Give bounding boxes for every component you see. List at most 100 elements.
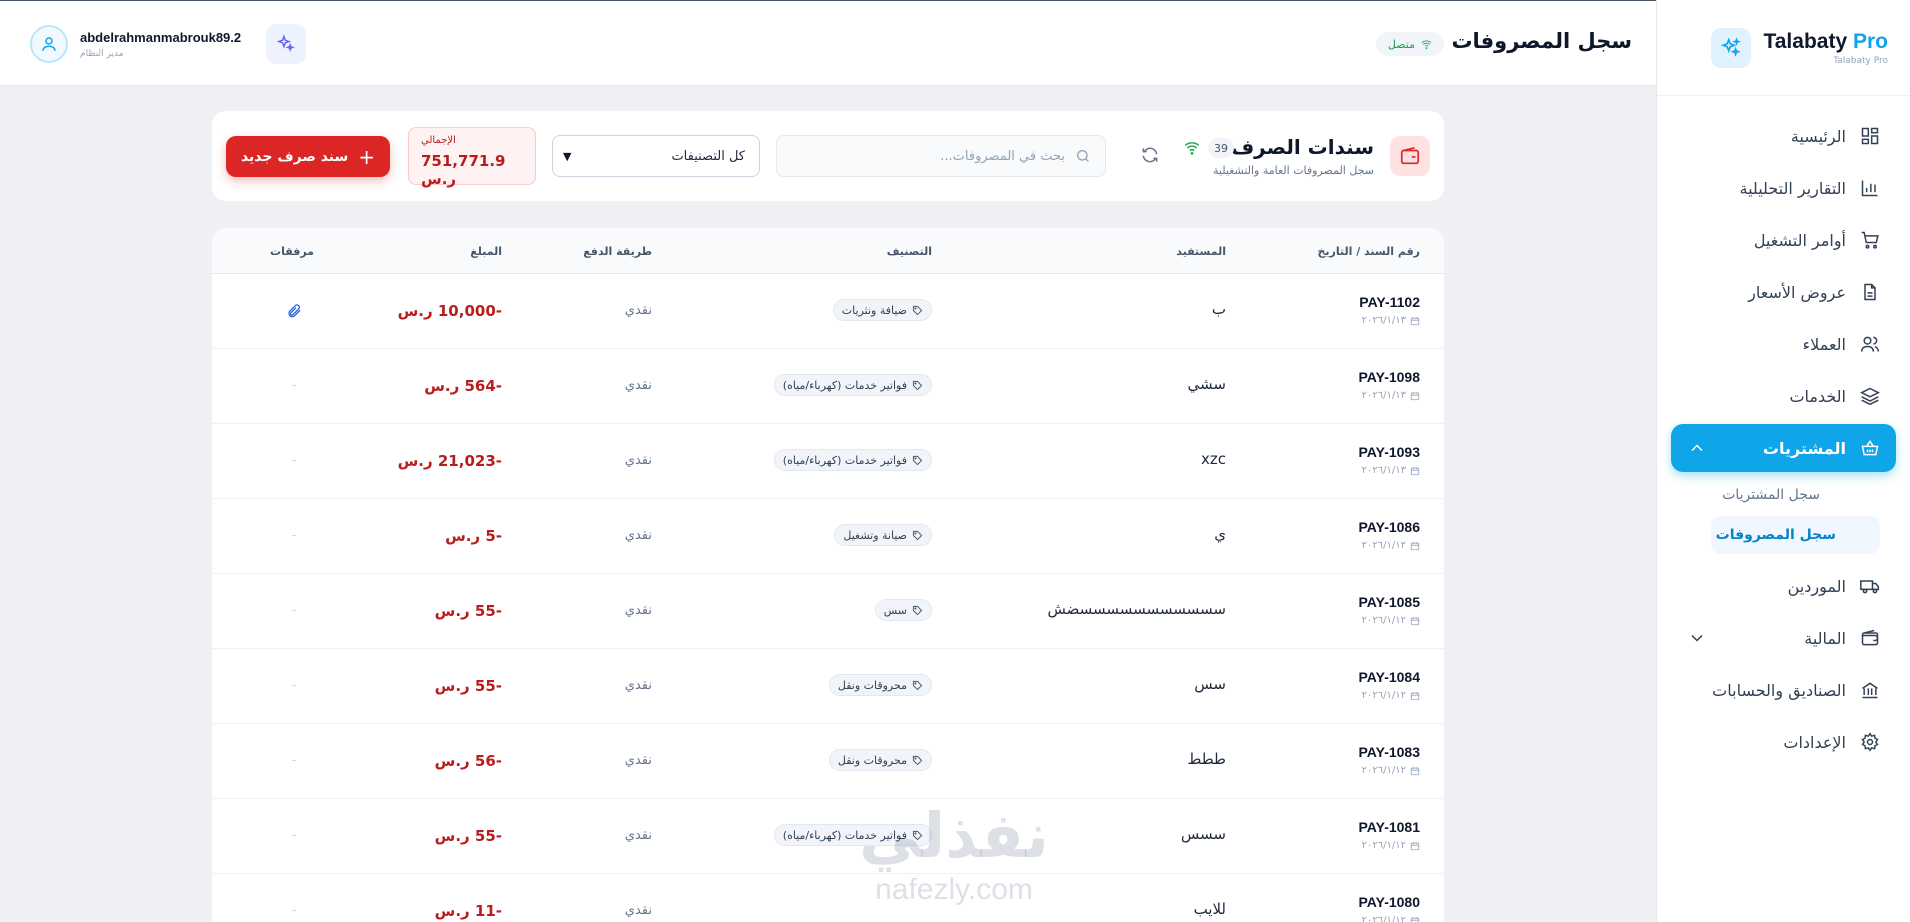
- table-row[interactable]: PAY-1083 ٢٠٢٦/١/١٢ ططط محروقات ونقل نقدي -56 …: [212, 724, 1444, 799]
- layers-icon: [1860, 387, 1880, 406]
- voucher-date-text: ٢٠٢٦/١/١٢: [1361, 690, 1406, 701]
- cart-icon: [1861, 231, 1879, 249]
- category-filter-select[interactable]: كل التصنيفات ▼: [552, 135, 760, 177]
- attachments-cell: -: [274, 378, 314, 392]
- voucher-date-text: ٢٠٢٦/١/١٢: [1361, 615, 1406, 626]
- column-header-amount[interactable]: المبلغ: [470, 245, 502, 258]
- expenses-toolbar: سندات الصرف 39 سجل المصروفات العامة والت…: [212, 111, 1444, 201]
- table-row[interactable]: PAY-1086 ٢٠٢٦/١/١٢ ي صيانة وتشغيل نقدي -5 ر.س…: [212, 499, 1444, 574]
- voucher-date-text: ٢٠٢٦/١/١٢: [1361, 840, 1406, 851]
- calendar-icon: [1410, 616, 1420, 625]
- payment-method-cell: نقدي: [624, 753, 652, 768]
- category-text: صيانة وتشغيل: [843, 528, 907, 542]
- search-field[interactable]: [776, 135, 1106, 177]
- attachments-cell: -: [274, 453, 314, 467]
- column-header-attachments[interactable]: مرفقات: [270, 245, 314, 258]
- column-header-category[interactable]: التصنيف: [887, 245, 932, 258]
- payment-method-cell: نقدي: [624, 678, 652, 693]
- user-icon: [42, 37, 56, 51]
- sidebar-item-label: الإعدادات: [1783, 732, 1846, 752]
- sidebar-item-label: العملاء: [1802, 334, 1846, 354]
- new-expense-voucher-button[interactable]: + سند صرف جديد: [226, 136, 390, 177]
- tag-icon: [912, 530, 923, 540]
- payment-method-cell: نقدي: [624, 453, 652, 468]
- voucher-number[interactable]: PAY-1093: [1359, 444, 1421, 460]
- beneficiary-cell: ي: [1214, 525, 1226, 543]
- beneficiary-cell: سشي: [1187, 375, 1226, 393]
- attachment-empty: -: [291, 828, 297, 842]
- voucher-date: ٢٠٢٦/١/١٢: [1359, 840, 1421, 851]
- sidebar-item-home[interactable]: الرئيسية: [1671, 112, 1896, 160]
- payment-method-cell: نقدي: [624, 528, 652, 543]
- refresh-button[interactable]: [1138, 145, 1160, 167]
- attachment-button[interactable]: [286, 304, 302, 322]
- attachments-cell: -: [274, 753, 314, 767]
- sidebar-item-services[interactable]: الخدمات: [1671, 372, 1896, 420]
- table-row[interactable]: PAY-1080 ٢٠٢٦/١/١٢ للايب نقدي -11 ر.س -: [212, 874, 1444, 922]
- column-header-payment[interactable]: طريقة الدفع: [583, 245, 652, 258]
- tag-icon: [912, 455, 923, 465]
- category-text: فواتير خدمات (كهرباء/مياه): [782, 453, 907, 467]
- voucher-number[interactable]: PAY-1081: [1359, 819, 1421, 835]
- table-row[interactable]: PAY-1081 ٢٠٢٦/١/١٢ سسس فواتير خدمات (كهرباء…: [212, 799, 1444, 874]
- category-tag: محروقات ونقل: [828, 749, 932, 771]
- attachments-cell: -: [274, 828, 314, 842]
- sidebar-item-finance[interactable]: المالية: [1671, 614, 1896, 662]
- voucher-date: ٢٠٢٦/١/١٣: [1359, 465, 1421, 476]
- voucher-cell: PAY-1080 ٢٠٢٦/١/١٢: [1359, 894, 1421, 922]
- voucher-number[interactable]: PAY-1098: [1359, 369, 1421, 385]
- chevron-down-icon: [1691, 634, 1703, 642]
- ai-assistant-button[interactable]: [266, 24, 306, 64]
- voucher-date-text: ٢٠٢٦/١/١٣: [1361, 315, 1406, 326]
- table-row[interactable]: PAY-1098 ٢٠٢٦/١/١٣ سشي فواتير خدمات (كهرباء…: [212, 349, 1444, 424]
- sidebar-item-work-orders[interactable]: أوامر التشغيل: [1671, 216, 1896, 264]
- beneficiary-cell: xzc: [1201, 450, 1226, 468]
- voucher-number[interactable]: PAY-1083: [1359, 744, 1421, 760]
- voucher-number[interactable]: PAY-1080: [1359, 894, 1421, 910]
- beneficiary-cell: سسس: [1180, 825, 1226, 843]
- voucher-number[interactable]: PAY-1086: [1359, 519, 1421, 535]
- brand-name: Talabaty Pro: [1763, 30, 1888, 54]
- sidebar-item-purchases[interactable]: المشتريات: [1671, 424, 1896, 472]
- voucher-date: ٢٠٢٦/١/١٣: [1359, 315, 1420, 326]
- sidebar-item-quotes[interactable]: عروض الأسعار: [1671, 268, 1896, 316]
- sidebar-item-cash-accounts[interactable]: الصناديق والحسابات: [1671, 666, 1896, 714]
- sidebar-item-label: الصناديق والحسابات: [1712, 680, 1846, 700]
- voucher-number[interactable]: PAY-1084: [1359, 669, 1421, 685]
- table-row[interactable]: PAY-1085 ٢٠٢٦/١/١٢ سسسسسسسسسسسضش سس نقدي -55 …: [212, 574, 1444, 649]
- voucher-cell: PAY-1086 ٢٠٢٦/١/١٢: [1359, 519, 1421, 551]
- table-row[interactable]: PAY-1084 ٢٠٢٦/١/١٢ سس محروقات ونقل نقدي -55 ر…: [212, 649, 1444, 724]
- beneficiary-cell: ب: [1211, 300, 1226, 318]
- sidebar-subitem-purchases-log[interactable]: سجل المشتريات: [1711, 476, 1880, 514]
- table-header: رقم السند / التاريخ المستفيد التصنيف طري…: [212, 228, 1444, 274]
- column-header-number[interactable]: رقم السند / التاريخ: [1317, 245, 1420, 258]
- sidebar-item-label: أوامر التشغيل: [1753, 230, 1846, 250]
- sparkles-icon: [1711, 27, 1752, 68]
- sidebar-item-reports[interactable]: التقارير التحليلية: [1671, 164, 1896, 212]
- chevron-down-icon: ▼: [563, 149, 572, 163]
- tag-icon: [912, 830, 923, 840]
- status-badge: متصل: [1375, 32, 1444, 56]
- sidebar-subitem-expenses-log[interactable]: سجل المصروفات: [1711, 516, 1880, 554]
- wallet-icon: [1390, 136, 1430, 176]
- beneficiary-cell: للايب: [1193, 900, 1226, 918]
- category-tag: صيانة وتشغيل: [834, 524, 932, 546]
- user-menu[interactable]: abdelrahmanmabrouk89.2 مدير النظام: [30, 25, 241, 63]
- sidebar-item-label: التقارير التحليلية: [1739, 178, 1846, 198]
- sidebar-item-suppliers[interactable]: الموردين: [1671, 562, 1896, 610]
- payment-method-cell: نقدي: [624, 903, 652, 918]
- voucher-date: ٢٠٢٦/١/١٢: [1359, 615, 1421, 626]
- voucher-number[interactable]: PAY-1085: [1359, 594, 1421, 610]
- voucher-number[interactable]: PAY-1102: [1359, 294, 1420, 310]
- search-input[interactable]: [791, 148, 1065, 164]
- column-header-beneficiary[interactable]: المستفيد: [1176, 245, 1226, 258]
- category-tag: محروقات ونقل: [828, 674, 932, 696]
- brand[interactable]: Talabaty Pro Talabaty Pro: [1657, 0, 1910, 96]
- table-row[interactable]: PAY-1102 ٢٠٢٦/١/١٣ ب ضيافة ونثريات نقدي -10,0…: [212, 274, 1444, 349]
- new-expense-voucher-label: سند صرف جديد: [240, 148, 349, 165]
- sidebar-item-settings[interactable]: الإعدادات: [1671, 718, 1896, 766]
- table-row[interactable]: PAY-1093 ٢٠٢٦/١/١٣ xzc فواتير خدمات (كهرباء…: [212, 424, 1444, 499]
- sidebar-item-customers[interactable]: العملاء: [1671, 320, 1896, 368]
- amount-cell: -564 ر.س: [424, 377, 502, 395]
- category-text: ضيافة ونثريات: [841, 303, 907, 317]
